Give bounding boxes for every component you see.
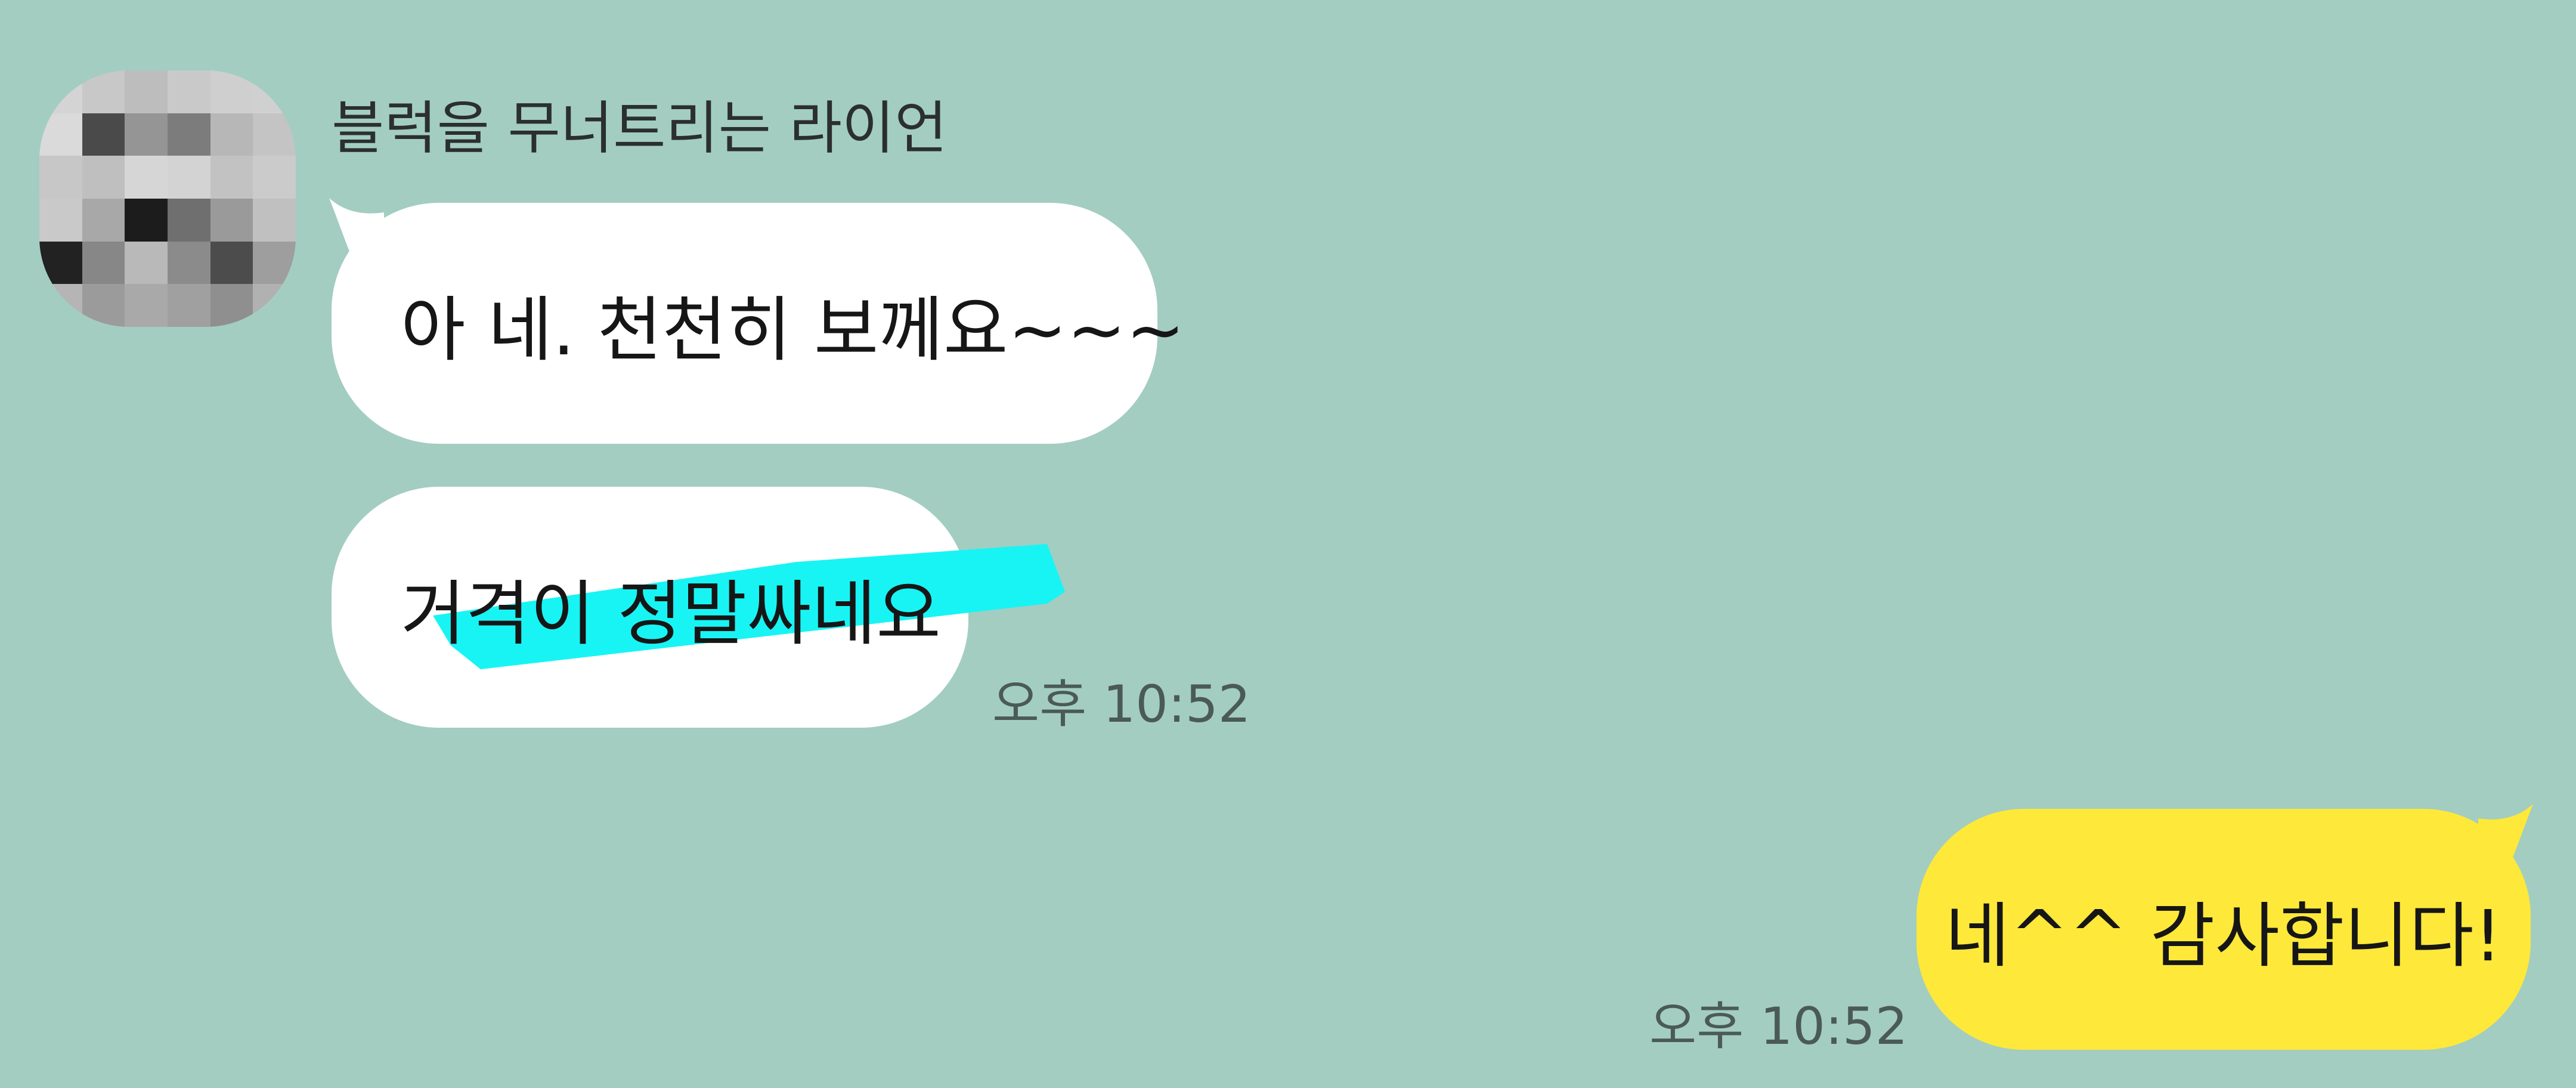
avatar-pixel [210,70,253,113]
avatar-pixel [253,113,296,156]
avatar-pixel [82,113,125,156]
bubble-tail [2478,804,2533,870]
sender-name: 블럭을 무너트리는 라이언 [332,95,948,162]
avatar-pixel [82,156,125,199]
avatar-pixel [125,284,168,327]
avatar-pixel [39,156,82,199]
avatar-pixel [167,156,210,199]
message-text: 아 네. 천천히 보께요~~~ [401,288,1185,371]
avatar-pixel [253,198,296,242]
avatar-pixel [210,156,253,199]
avatar-pixel [39,70,82,113]
incoming-message-bubble[interactable]: 아 네. 천천히 보께요~~~ [329,198,1185,444]
avatar-pixel [125,156,168,199]
incoming-message-bubble[interactable]: 거격이 정말싸네요 [332,487,1065,728]
avatar-pixel [210,113,253,156]
message-text: 네^^ 감사합니다! [1945,894,2502,977]
avatar-pixel [82,284,125,327]
avatar-pixel [253,241,296,285]
message-timestamp: 오후 10:52 [1649,997,1908,1056]
bubble-tail [329,198,384,264]
avatar-pixel [39,198,82,242]
avatar-pixel [253,70,296,113]
avatar-pixel [125,70,168,113]
avatar-pixel [167,241,210,285]
avatar-pixel [253,284,296,327]
avatar-pixel [82,241,125,285]
avatar-pixel [39,284,82,327]
avatar-pixel [82,198,125,242]
avatar-pixel [39,113,82,156]
sender-avatar[interactable] [39,70,296,327]
avatar-pixel [210,284,253,327]
avatar-pixel [210,198,253,242]
avatar-pixel [125,198,168,242]
avatar-pixel [167,70,210,113]
avatar-pixel [167,113,210,156]
message-timestamp: 오후 10:52 [992,675,1251,734]
avatar-pixel [82,70,125,113]
avatar-pixel [125,113,168,156]
avatar-pixel [253,156,296,199]
avatar-pixel [167,198,210,242]
avatar-pixel [167,284,210,327]
avatar-pixel [39,241,82,285]
avatar-pixel [125,241,168,285]
avatar-pixel [210,241,253,285]
message-text: 거격이 정말싸네요 [401,572,941,655]
outgoing-message-bubble[interactable]: 네^^ 감사합니다! [1916,804,2533,1050]
